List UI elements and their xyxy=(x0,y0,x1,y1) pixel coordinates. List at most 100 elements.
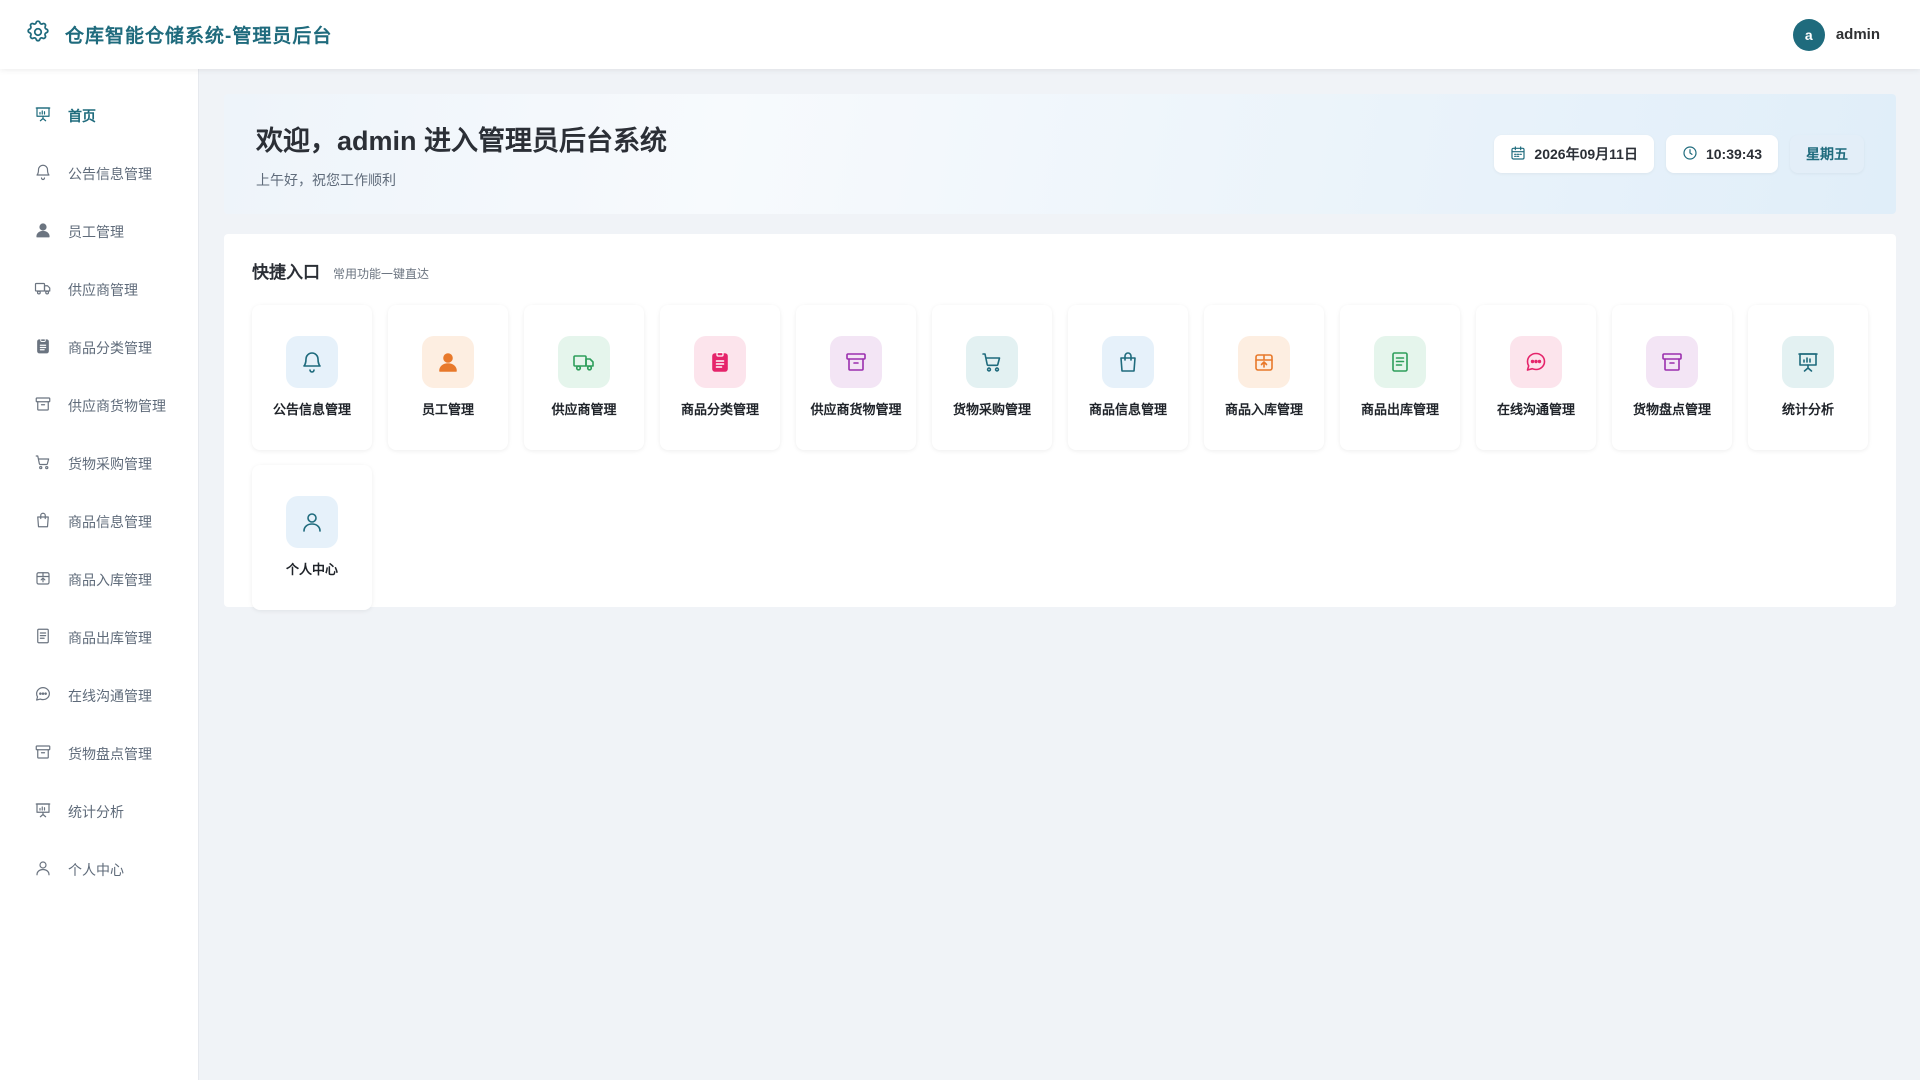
avatar[interactable]: a xyxy=(1792,18,1825,51)
package-icon xyxy=(34,569,52,592)
sidebar-item-12[interactable]: 统计分析 xyxy=(0,783,198,841)
quick-entry-card[interactable]: 在线沟通管理 xyxy=(1476,305,1596,450)
sidebar-item-label: 首页 xyxy=(68,108,96,124)
quick-entry-label: 在线沟通管理 xyxy=(1496,402,1575,417)
user-solid-icon xyxy=(34,221,52,244)
calendar-icon xyxy=(1510,145,1526,164)
archive-box-icon xyxy=(830,336,882,388)
quick-entry-card[interactable]: 商品出库管理 xyxy=(1340,305,1460,450)
top-header: 仓库智能仓储系统-管理员后台 a admin xyxy=(0,0,1920,69)
sidebar-item-label: 统计分析 xyxy=(68,804,124,820)
quick-entry-label: 统计分析 xyxy=(1781,402,1834,417)
sidebar-item-label: 供应商货物管理 xyxy=(68,398,166,414)
quick-entry-label: 公告信息管理 xyxy=(272,402,351,417)
quick-entry-card[interactable]: 统计分析 xyxy=(1748,305,1868,450)
sidebar-item-1[interactable]: 公告信息管理 xyxy=(0,145,198,203)
date-text: 2026年09月11日 xyxy=(1534,146,1638,162)
quick-entry-label: 个人中心 xyxy=(285,562,338,577)
quick-entry-label: 货物采购管理 xyxy=(952,402,1031,417)
sidebar-item-label: 在线沟通管理 xyxy=(68,688,152,704)
sidebar-item-5[interactable]: 供应商货物管理 xyxy=(0,377,198,435)
package-icon xyxy=(1238,336,1290,388)
user-outline-icon xyxy=(34,859,52,882)
quick-entry-label: 商品信息管理 xyxy=(1088,402,1167,417)
archive-box-icon xyxy=(1646,336,1698,388)
clipboard-icon xyxy=(694,336,746,388)
sidebar-item-10[interactable]: 在线沟通管理 xyxy=(0,667,198,725)
bell-icon xyxy=(286,336,338,388)
document-list-icon xyxy=(34,627,52,650)
truck-icon xyxy=(34,279,52,302)
brand[interactable]: 仓库智能仓储系统-管理员后台 xyxy=(25,19,332,50)
sidebar-item-label: 货物盘点管理 xyxy=(68,746,152,762)
weekday-chip: 星期五 xyxy=(1790,135,1864,173)
quick-entry-label: 商品入库管理 xyxy=(1224,402,1303,417)
sidebar-item-label: 个人中心 xyxy=(68,862,124,878)
time-chip: 10:39:43 xyxy=(1665,135,1778,173)
sidebar: 首页公告信息管理 员工管理供应商管理商品分类管理 供应商货物管理 货物采购管理 商品信息… xyxy=(0,69,199,1080)
sidebar-item-7[interactable]: 商品信息管理 xyxy=(0,493,198,551)
archive-box-icon xyxy=(34,395,52,418)
quick-entry-card[interactable]: 商品信息管理 xyxy=(1068,305,1188,450)
quick-entry-label: 货物盘点管理 xyxy=(1632,402,1711,417)
welcome-subtitle: 上午好，祝您工作顺利 xyxy=(256,171,396,188)
sidebar-item-11[interactable]: 货物盘点管理 xyxy=(0,725,198,783)
sidebar-item-label: 商品分类管理 xyxy=(68,340,152,356)
sidebar-item-13[interactable]: 个人中心 xyxy=(0,841,198,899)
welcome-title: 欢迎，admin 进入管理员后台系统 xyxy=(256,125,668,156)
clock-icon xyxy=(1682,145,1698,164)
sidebar-item-4[interactable]: 商品分类管理 xyxy=(0,319,198,377)
date-chip: 2026年09月11日 xyxy=(1494,135,1654,173)
brand-title: 仓库智能仓储系统-管理员后台 xyxy=(65,26,333,47)
quick-entry-card[interactable]: 公告信息管理 xyxy=(252,305,372,450)
sidebar-item-8[interactable]: 商品入库管理 xyxy=(0,551,198,609)
quick-entry-card[interactable]: 员工管理 xyxy=(388,305,508,450)
sidebar-item-label: 商品出库管理 xyxy=(68,630,152,646)
sidebar-item-0[interactable]: 首页 xyxy=(0,87,198,145)
quick-entry-label: 员工管理 xyxy=(421,402,474,417)
sidebar-item-6[interactable]: 货物采购管理 xyxy=(0,435,198,493)
quick-entry-card[interactable]: 商品分类管理 xyxy=(660,305,780,450)
gear-icon xyxy=(25,19,51,50)
sidebar-item-label: 供应商管理 xyxy=(68,282,138,298)
quick-entry-subtitle: 常用功能一键直达 xyxy=(333,267,430,281)
welcome-banner: 欢迎，admin 进入管理员后台系统 上午好，祝您工作顺利 2026年09月11… xyxy=(224,94,1896,214)
main-content: 欢迎，admin 进入管理员后台系统 上午好，祝您工作顺利 2026年09月11… xyxy=(224,94,1896,610)
quick-entry-card[interactable]: 供应商管理 xyxy=(524,305,644,450)
quick-entry-label: 商品出库管理 xyxy=(1360,402,1439,417)
shopping-cart-icon xyxy=(34,453,52,476)
quick-entry-title: 快捷入口 xyxy=(252,263,320,282)
sidebar-item-label: 商品信息管理 xyxy=(68,514,152,530)
quick-entry-card[interactable]: 货物采购管理 xyxy=(932,305,1052,450)
sidebar-item-label: 货物采购管理 xyxy=(68,456,152,472)
quick-entry-panel: 快捷入口 常用功能一键直达 公告信息管理 员工管理 供应商管理 商品分类管理 供应商货物… xyxy=(224,234,1896,610)
sidebar-item-9[interactable]: 商品出库管理 xyxy=(0,609,198,667)
quick-entry-label: 商品分类管理 xyxy=(680,402,759,417)
quick-entry-card[interactable]: 个人中心 xyxy=(252,465,372,610)
quick-entry-card[interactable]: 商品入库管理 xyxy=(1204,305,1324,450)
chat-bubble-icon xyxy=(34,685,52,708)
quick-entry-header: 快捷入口 常用功能一键直达 xyxy=(252,258,1868,283)
bell-icon xyxy=(34,163,52,186)
weekday-text: 星期五 xyxy=(1806,146,1848,162)
user-name[interactable]: admin xyxy=(1836,26,1880,43)
quick-entry-label: 供应商管理 xyxy=(551,402,617,417)
shopping-bag-icon xyxy=(1102,336,1154,388)
presentation-chart-icon xyxy=(34,801,52,824)
sidebar-item-3[interactable]: 供应商管理 xyxy=(0,261,198,319)
shopping-bag-icon xyxy=(34,511,52,534)
user-outline-icon xyxy=(286,496,338,548)
sidebar-item-label: 商品入库管理 xyxy=(68,572,152,588)
clipboard-icon xyxy=(34,337,52,360)
sidebar-item-2[interactable]: 员工管理 xyxy=(0,203,198,261)
user-menu[interactable]: a admin xyxy=(1792,18,1880,51)
shopping-cart-icon xyxy=(966,336,1018,388)
presentation-chart-icon xyxy=(1782,336,1834,388)
sidebar-item-label: 员工管理 xyxy=(68,224,124,240)
sidebar-item-label: 公告信息管理 xyxy=(68,166,152,182)
quick-entry-card[interactable]: 供应商货物管理 xyxy=(796,305,916,450)
quick-entry-grid: 公告信息管理 员工管理 供应商管理 商品分类管理 供应商货物管理 货物采购管理 商品信息管理… xyxy=(252,305,1868,610)
user-solid-icon xyxy=(422,336,474,388)
time-text: 10:39:43 xyxy=(1705,146,1762,162)
quick-entry-card[interactable]: 货物盘点管理 xyxy=(1612,305,1732,450)
